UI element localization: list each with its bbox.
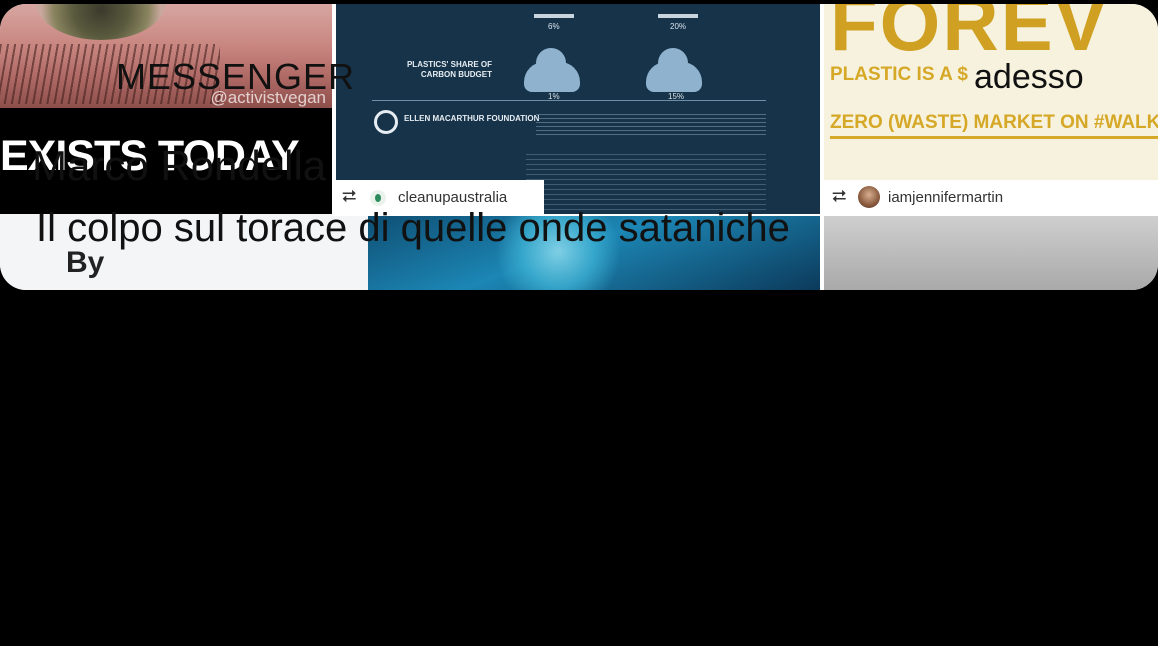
avatar	[858, 186, 880, 208]
cloud-icon	[524, 48, 580, 92]
underline	[830, 136, 1158, 139]
infographic-label: PLASTICS' SHARE OF CARBON BUDGET	[406, 60, 492, 79]
grey-photo-tile	[824, 216, 1158, 290]
fine-print	[536, 114, 766, 138]
eye-iris	[36, 4, 166, 40]
bar-mark	[534, 14, 574, 18]
tile-caption: By	[66, 246, 105, 279]
notification-card[interactable]: @activistvegan EXISTS TODAY By 6% 20% PL…	[0, 4, 1158, 290]
repost-tag: ⮂ iamjennifermartin	[824, 180, 1158, 214]
bar-mark	[658, 14, 698, 18]
foundation-name: ELLEN MACARTHUR FOUNDATION	[404, 114, 540, 123]
top-value: 20%	[670, 22, 687, 31]
fine-print	[526, 154, 766, 210]
repost-icon: ⮂	[342, 186, 357, 206]
tile-line: ZERO (WASTE) MARKET ON #WALKT	[830, 112, 1158, 133]
repost-user: iamjennifermartin	[888, 189, 1004, 206]
foundation-logo-icon	[374, 110, 398, 134]
avatar	[370, 190, 386, 206]
cloud-icon	[646, 48, 702, 92]
notification-body: Il colpo sul torace di quelle onde satan…	[36, 206, 790, 250]
repost-icon: ⮂	[832, 186, 847, 206]
timestamp: adesso	[974, 58, 1084, 96]
notification-title: Marco Rondella	[32, 142, 327, 189]
top-value: 6%	[548, 22, 560, 31]
repost-user: cleanupaustralia	[398, 189, 508, 206]
divider	[372, 100, 766, 101]
app-name: MESSENGER	[116, 56, 356, 97]
tile-line: PLASTIC IS A $	[830, 64, 968, 85]
